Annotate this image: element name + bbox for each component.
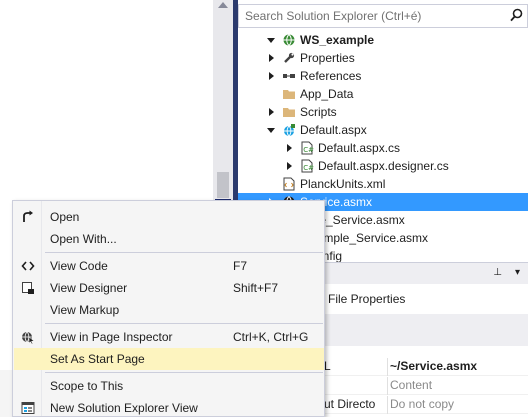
- menu-item-label: View Markup: [50, 303, 120, 317]
- menu-item-label: New Solution Explorer View: [50, 401, 198, 415]
- menu-separator: [45, 372, 323, 373]
- xml-file-icon: [282, 177, 296, 191]
- tree-item-scripts[interactable]: Scripts: [238, 103, 528, 121]
- folder-icon: [282, 87, 296, 101]
- wrench-icon: [282, 51, 296, 65]
- tree-item-label: Default.aspx.cs: [318, 141, 401, 155]
- menu-item-label: View Designer: [50, 281, 128, 295]
- tree-item-planckunits-xml[interactable]: PlanckUnits.xml: [238, 175, 528, 193]
- csharp-file-icon: C#: [300, 141, 314, 155]
- web-project-icon: [282, 33, 296, 47]
- dropdown-arrow-icon[interactable]: ▾: [515, 267, 520, 278]
- property-value[interactable]: ~/Service.asmx: [390, 358, 477, 375]
- menu-item-shortcut: Shift+F7: [233, 281, 279, 295]
- menu-item-scope-to-this[interactable]: Scope to This: [14, 375, 324, 397]
- menu-item-label: View in Page Inspector: [50, 330, 173, 344]
- property-name: ut Directo: [324, 397, 376, 411]
- tree-item-ws-example[interactable]: WS_example: [238, 31, 528, 49]
- tree-item-default-aspx-cs[interactable]: C# Default.aspx.cs: [238, 139, 528, 157]
- menu-item-label: Open With...: [50, 232, 117, 246]
- tree-item-default-aspx-designer-cs[interactable]: C# Default.aspx.designer.cs: [238, 157, 528, 175]
- code-brackets-icon: [20, 259, 36, 273]
- new-view-icon: [20, 401, 36, 415]
- property-value[interactable]: Do not copy: [390, 396, 454, 413]
- property-divider: [387, 358, 388, 376]
- context-menu: Open Open With... View Code F7 View Designer…: [12, 200, 325, 417]
- menu-item-new-solution-explorer-view[interactable]: New Solution Explorer View: [14, 397, 324, 417]
- expand-arrow-icon[interactable]: [283, 157, 295, 175]
- tree-item-label: WS_example: [300, 33, 375, 47]
- search-button[interactable]: [505, 5, 527, 27]
- expand-arrow-icon[interactable]: [265, 67, 277, 85]
- tree-item-default-aspx[interactable]: Default.aspx: [238, 121, 528, 139]
- svg-text:C#: C#: [303, 164, 314, 172]
- tree-item-label: PlanckUnits.xml: [300, 177, 386, 191]
- menu-item-label: View Code: [50, 259, 108, 273]
- solution-explorer-search[interactable]: Search Solution Explorer (Ctrl+é): [238, 4, 528, 28]
- search-placeholder[interactable]: Search Solution Explorer (Ctrl+é): [245, 9, 421, 23]
- menu-item-label: Set As Start Page: [50, 352, 145, 366]
- property-value[interactable]: Content: [390, 377, 432, 394]
- menu-item-label: Scope to This: [50, 379, 124, 393]
- menu-item-view-code[interactable]: View Code F7: [14, 255, 324, 277]
- collapse-arrow-icon[interactable]: [265, 31, 277, 49]
- references-icon: [282, 69, 296, 83]
- property-name: L: [324, 359, 331, 373]
- tree-item-label: App_Data: [300, 87, 354, 101]
- tree-item-label: Default.aspx: [300, 123, 367, 137]
- expand-arrow-icon[interactable]: [265, 49, 277, 67]
- tree-item-label: Scripts: [300, 105, 337, 119]
- tree-item-label: Properties: [300, 51, 355, 65]
- search-icon: [510, 8, 523, 22]
- expand-arrow-icon[interactable]: [283, 139, 295, 157]
- menu-item-view-markup[interactable]: View Markup: [14, 299, 324, 321]
- menu-item-open[interactable]: Open: [14, 206, 324, 228]
- properties-object-label: File Properties: [328, 292, 406, 306]
- scrollbar-thumb[interactable]: [217, 172, 229, 198]
- menu-item-shortcut: Ctrl+K, Ctrl+G: [233, 330, 309, 344]
- tree-item-label: Default.aspx.designer.cs: [318, 159, 449, 173]
- folder-icon: [282, 105, 296, 119]
- csharp-file-icon: C#: [300, 159, 314, 173]
- expand-arrow-icon[interactable]: [265, 103, 277, 121]
- collapse-arrow-icon[interactable]: [265, 121, 277, 139]
- menu-separator: [45, 252, 323, 253]
- pin-icon[interactable]: ⊥: [493, 267, 502, 278]
- menu-item-open-with[interactable]: Open With...: [14, 228, 324, 250]
- property-divider: [387, 377, 388, 395]
- menu-item-label: Open: [50, 210, 80, 224]
- designer-icon: [20, 281, 36, 295]
- menu-item-set-as-start-page[interactable]: Set As Start Page: [14, 348, 324, 370]
- menu-item-view-in-page-inspector[interactable]: View in Page Inspector Ctrl+K, Ctrl+G: [14, 326, 324, 348]
- tree-item-label: References: [300, 69, 362, 83]
- menu-separator: [45, 323, 323, 324]
- menu-item-shortcut: F7: [233, 259, 248, 273]
- tree-item-properties[interactable]: Properties: [238, 49, 528, 67]
- svg-text:C#: C#: [303, 146, 314, 154]
- tree-item-references[interactable]: References: [238, 67, 528, 85]
- web-page-icon: [282, 123, 296, 137]
- tree-item-app-data[interactable]: App_Data: [238, 85, 528, 103]
- open-arrow-icon: [20, 210, 36, 224]
- page-inspector-icon: [20, 330, 36, 345]
- menu-item-view-designer[interactable]: View Designer Shift+F7: [14, 277, 324, 299]
- scroll-up-arrow-icon[interactable]: [218, 2, 228, 8]
- property-divider: [387, 396, 388, 414]
